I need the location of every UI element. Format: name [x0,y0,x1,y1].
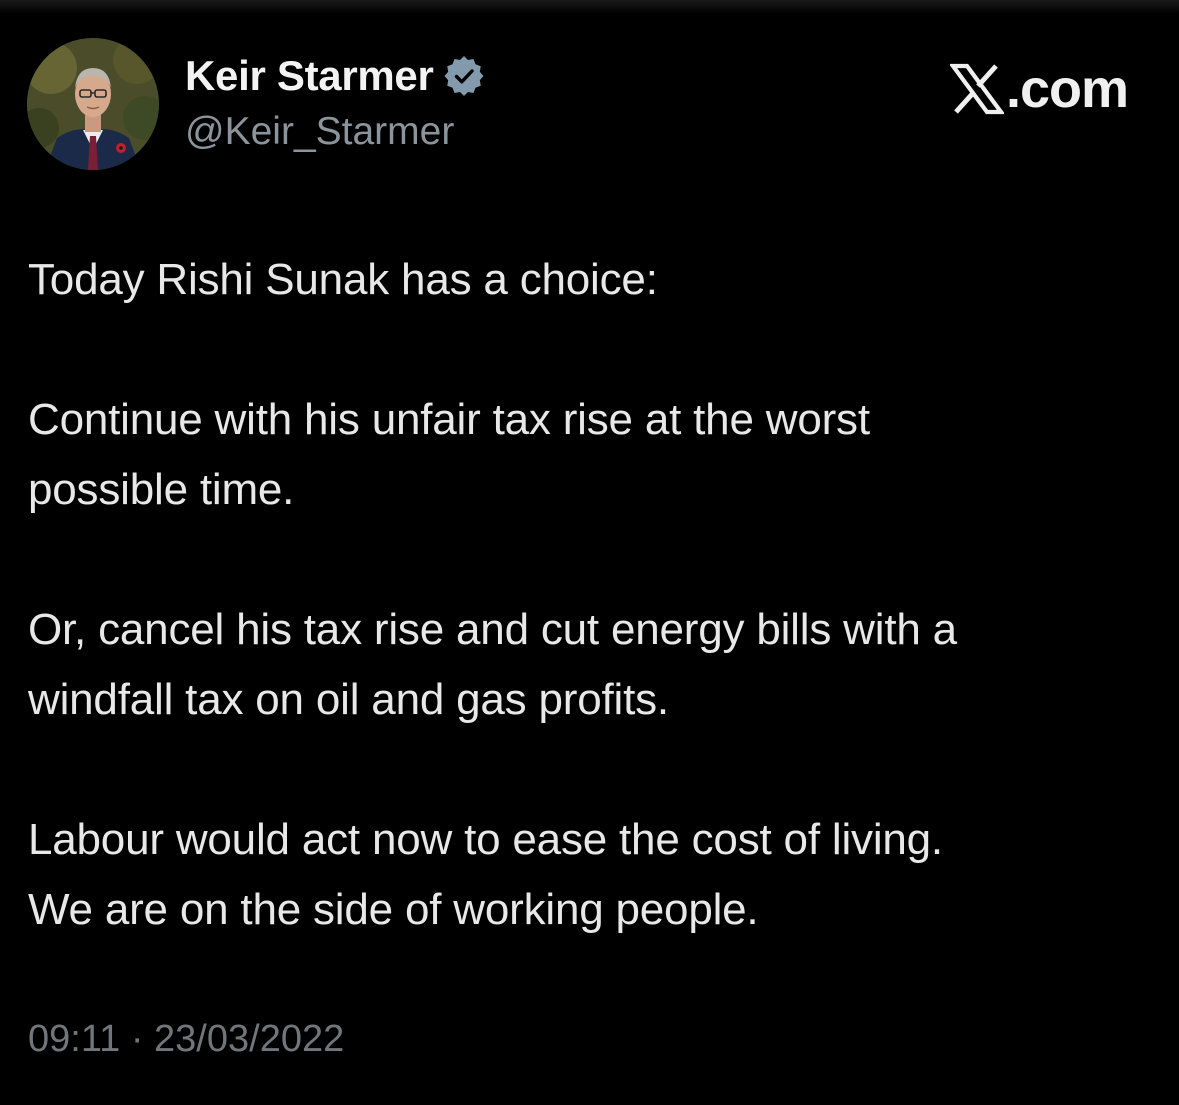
tweet-paragraph: Or, cancel his tax rise and cut energy b… [28,605,957,724]
avatar[interactable] [27,38,159,170]
top-edge [0,0,1179,14]
tweet-paragraph: Continue with his unfair tax rise at the… [28,395,870,514]
verified-badge-icon [444,56,484,96]
brand-label: .com [1005,59,1129,119]
tweet-paragraph: Labour would act now to ease the cost of… [28,815,943,934]
tweet-body: Today Rishi Sunak has a choice: Continue… [28,245,1138,945]
brand-watermark: .com [949,58,1129,120]
avatar-photo [27,38,159,170]
display-name[interactable]: Keir Starmer [185,52,434,100]
username-handle[interactable]: @Keir_Starmer [185,110,454,154]
author-row: Keir Starmer [185,52,484,100]
x-logo-icon [949,63,1004,115]
tweet-timestamp[interactable]: 09:11 · 23/03/2022 [28,1018,344,1061]
tweet-paragraph: Today Rishi Sunak has a choice: [28,255,658,304]
tweet-header: Keir Starmer @Keir_Starmer .com [27,38,1152,172]
